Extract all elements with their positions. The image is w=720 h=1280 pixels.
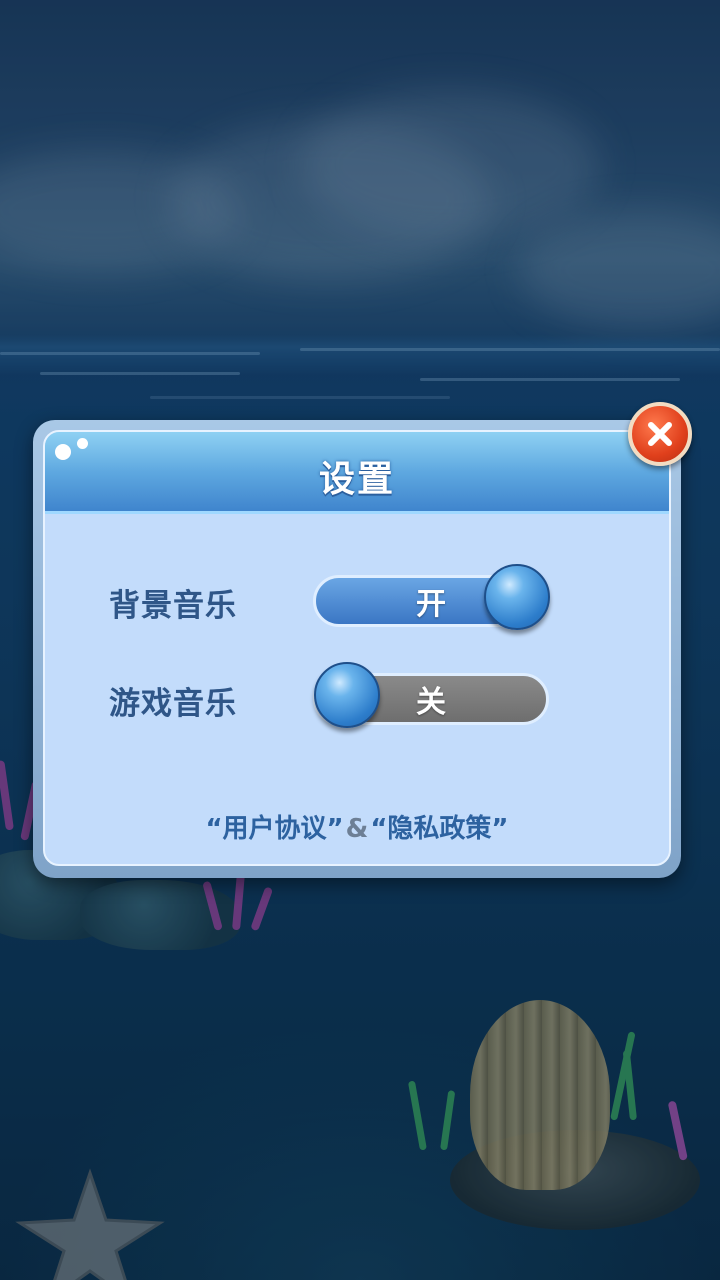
close-x-icon bbox=[648, 422, 672, 446]
dialog-title: 设置 bbox=[318, 459, 395, 500]
toggle-knob[interactable] bbox=[484, 564, 550, 630]
close-button[interactable] bbox=[628, 402, 692, 466]
toggle-knob[interactable] bbox=[314, 662, 380, 728]
toggle-state-label: 关 bbox=[416, 685, 446, 720]
settings-dialog: 设置 背景音乐 开 游戏音乐 关 “用户协议”&“隐私政策” bbox=[33, 420, 681, 878]
user-agreement-link[interactable]: “用户协议” bbox=[205, 814, 343, 844]
background-music-label: 背景音乐 bbox=[109, 588, 237, 624]
settings-panel: 设置 背景音乐 开 游戏音乐 关 “用户协议”&“隐私政策” bbox=[43, 430, 671, 866]
policy-links: “用户协议”&“隐私政策” bbox=[45, 808, 669, 845]
background-music-toggle[interactable]: 开 bbox=[313, 564, 550, 630]
toggle-state-label: 开 bbox=[416, 587, 446, 622]
game-music-label: 游戏音乐 bbox=[109, 686, 237, 722]
bubble-decoration bbox=[77, 438, 88, 449]
privacy-policy-link[interactable]: “隐私政策” bbox=[370, 814, 508, 844]
connector-text: & bbox=[345, 814, 369, 844]
game-background: 设置 背景音乐 开 游戏音乐 关 “用户协议”&“隐私政策” bbox=[0, 0, 720, 1280]
dialog-header: 设置 bbox=[45, 432, 669, 514]
game-music-toggle[interactable]: 关 bbox=[313, 662, 549, 728]
